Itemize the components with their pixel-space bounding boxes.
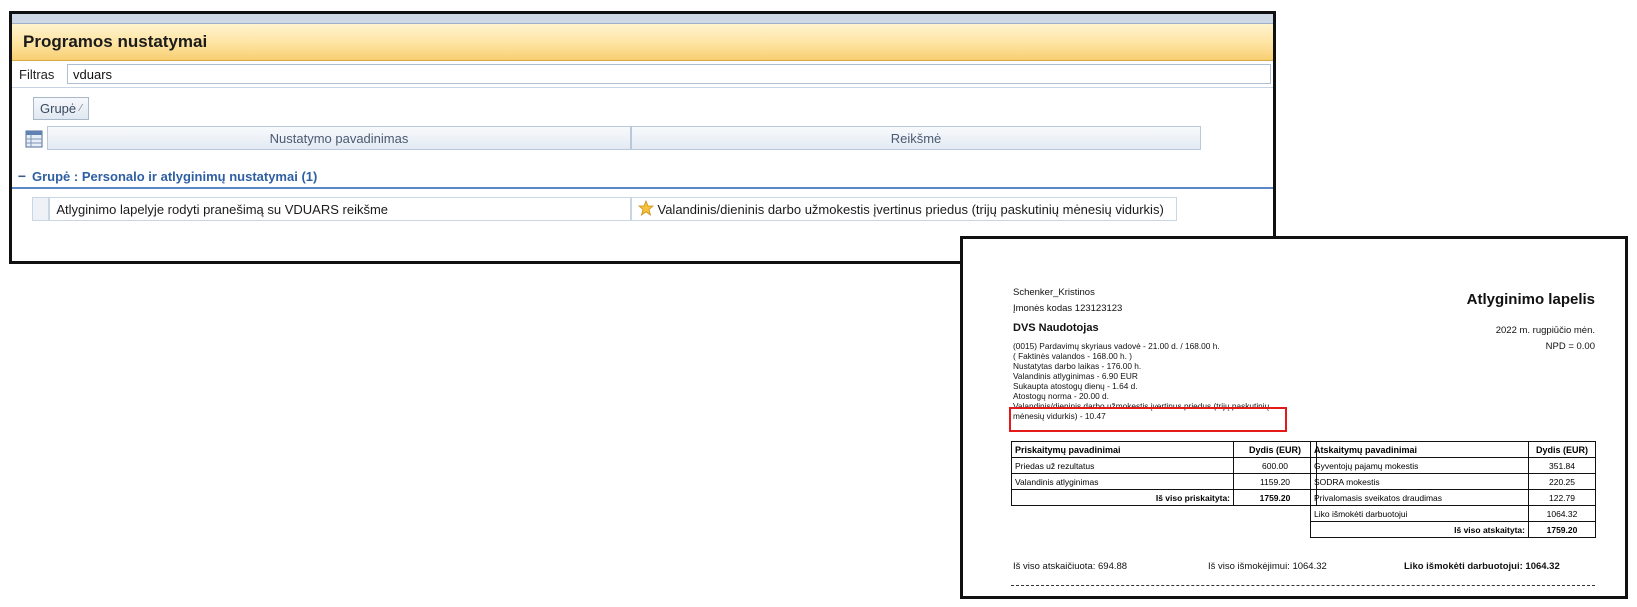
payslip-document: Schenker_Kristinos Įmonės kodas 12312312… xyxy=(960,236,1628,599)
cut-line xyxy=(1011,585,1595,586)
accrual-amount: 1159.20 xyxy=(1233,473,1317,490)
collapse-icon[interactable]: − xyxy=(12,168,32,184)
window-title: Programos nustatymai xyxy=(23,32,208,51)
star-icon xyxy=(637,199,654,219)
sort-icon: ⁄ xyxy=(80,103,82,114)
settings-window: Programos nustatymai Filtras Grupė ⁄ Nus… xyxy=(9,11,1276,264)
column-header-value[interactable]: Reikšmė xyxy=(631,126,1201,150)
deduction-amount: 351.84 xyxy=(1528,457,1596,474)
filter-row: Filtras xyxy=(12,61,1273,88)
deductions-header-name: Atskaitymų pavadinimai xyxy=(1310,441,1529,458)
accruals-header-name: Priskaitymų pavadinimai xyxy=(1011,441,1234,458)
filter-input[interactable] xyxy=(67,64,1271,84)
deductions-total-label: Iš viso atskaityta: xyxy=(1310,521,1529,538)
company-code: Įmonės kodas 123123123 xyxy=(1013,303,1123,314)
accruals-table: Priskaitymų pavadinimai Dydis (EUR) Prie… xyxy=(1011,441,1317,506)
deduction-name: Gyventojų pajamų mokestis xyxy=(1310,457,1529,474)
employee-name: DVS Naudotojas xyxy=(1013,322,1099,334)
deductions-header-amount: Dydis (EUR) xyxy=(1528,441,1596,458)
deduction-name: Liko išmokėti darbuotojui xyxy=(1310,505,1529,522)
window-title-bar: Programos nustatymai xyxy=(12,24,1273,61)
accruals-header-amount: Dydis (EUR) xyxy=(1233,441,1317,458)
remaining-value: 1064.32 xyxy=(1525,561,1560,572)
group-label: Grupė : Personalo ir atlyginimų nustatym… xyxy=(32,168,318,184)
group-chip-label: Grupė xyxy=(40,101,77,116)
accrual-name: Valandinis atlyginimas xyxy=(1011,473,1234,490)
group-column-chip[interactable]: Grupė ⁄ xyxy=(33,97,89,120)
accruals-total-label: Iš viso priskaityta: xyxy=(1011,489,1234,506)
accrual-amount: 600.00 xyxy=(1233,457,1317,474)
pay-period: 2022 m. rugpiūčio mėn. xyxy=(1495,325,1595,336)
deduction-name: SODRA mokestis xyxy=(1310,473,1529,490)
setting-name-cell[interactable]: Atlyginimo lapelyje rodyti pranešimą su … xyxy=(49,197,631,221)
setting-value-text: Valandinis/dieninis darbo užmokestis įve… xyxy=(657,201,1164,217)
deductions-table: Atskaitymų pavadinimai Dydis (EUR) Gyven… xyxy=(1310,441,1596,538)
column-header-name[interactable]: Nustatymo pavadinimas xyxy=(47,126,631,150)
remaining-label: Liko išmokėti darbuotojui: xyxy=(1404,561,1523,572)
company-name: Schenker_Kristinos xyxy=(1013,287,1095,298)
deduction-amount: 1064.32 xyxy=(1528,505,1596,522)
deductions-total-value: 1759.20 xyxy=(1528,521,1596,538)
detail-line: Valandinis atlyginimas - 6.90 EUR xyxy=(1013,371,1138,381)
accruals-total-value: 1759.20 xyxy=(1233,489,1317,506)
group-by-panel: Grupė ⁄ xyxy=(12,88,1273,122)
npd-value: NPD = 0.00 xyxy=(1545,341,1595,352)
deduction-amount: 122.79 xyxy=(1528,489,1596,506)
accrual-name: Priedas už rezultatus xyxy=(1011,457,1234,474)
total-paid: Iš viso išmokėjimui: 1064.32 xyxy=(1208,561,1327,572)
detail-line: Sukaupta atostogų dienų - 1.64 d. xyxy=(1013,381,1138,391)
detail-line: (0015) Pardavimų skyriaus vadovė - 21.00… xyxy=(1013,341,1220,351)
remaining-to-pay: Liko išmokėti darbuotojui: 1064.32 xyxy=(1404,561,1560,572)
setting-value-cell[interactable]: Valandinis/dieninis darbo užmokestis įve… xyxy=(630,197,1177,221)
group-row[interactable]: − Grupė : Personalo ir atlyginimų nustat… xyxy=(12,165,1273,189)
toolbar-strip xyxy=(12,14,1273,24)
table-row[interactable]: Atlyginimo lapelyje rodyti pranešimą su … xyxy=(32,197,1177,221)
detail-line: Nustatytas darbo laikas - 176.00 h. xyxy=(1013,361,1142,371)
row-indicator xyxy=(32,197,50,221)
detail-line: Atostogų norma - 20.00 d. xyxy=(1013,391,1109,401)
grid-header: Nustatymo pavadinimas Reikšmė xyxy=(21,126,1211,152)
column-chooser-icon[interactable] xyxy=(21,126,47,152)
deduction-amount: 220.25 xyxy=(1528,473,1596,490)
highlight-box xyxy=(1009,407,1287,432)
total-deducted: Iš viso atskaičiuota: 694.88 xyxy=(1013,561,1128,572)
filter-label: Filtras xyxy=(19,66,55,82)
detail-line: ( Faktinės valandos - 168.00 h. ) xyxy=(1013,351,1132,361)
deduction-name: Privalomasis sveikatos draudimas xyxy=(1310,489,1529,506)
payslip-title: Atlyginimo lapelis xyxy=(1466,291,1595,308)
